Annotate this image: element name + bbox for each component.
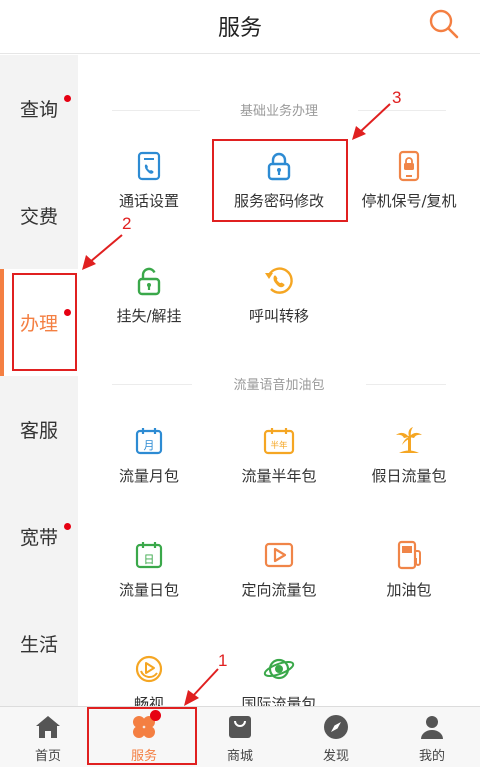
annotation-number-1: 1 (218, 651, 228, 670)
annotation-number-3: 3 (392, 88, 402, 107)
annotation-arrows (82, 103, 391, 706)
annotation-number-2: 2 (122, 214, 132, 233)
